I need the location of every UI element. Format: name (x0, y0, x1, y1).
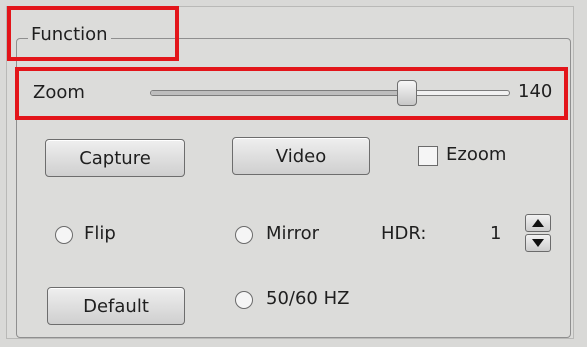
default-button[interactable]: Default (47, 287, 185, 325)
ezoom-label: Ezoom (446, 144, 507, 165)
video-button[interactable]: Video (232, 137, 370, 175)
zoom-slider[interactable] (150, 80, 510, 106)
hdr-down-button[interactable] (525, 234, 551, 252)
hz-label: 50/60 HZ (266, 288, 350, 309)
arrow-up-icon (532, 219, 544, 227)
flip-radio[interactable] (55, 226, 73, 244)
zoom-slider-fill (151, 91, 407, 95)
hdr-up-button[interactable] (525, 214, 551, 232)
flip-label: Flip (84, 223, 116, 244)
capture-button[interactable]: Capture (45, 139, 185, 177)
zoom-label: Zoom (33, 82, 85, 103)
arrow-down-icon (532, 239, 544, 247)
ezoom-checkbox[interactable] (418, 146, 438, 166)
hz-radio[interactable] (235, 291, 253, 309)
mirror-radio[interactable] (235, 226, 253, 244)
hdr-label: HDR: (381, 223, 427, 244)
mirror-label: Mirror (266, 223, 320, 244)
hdr-value: 1 (490, 223, 502, 244)
zoom-value: 140 (518, 81, 553, 102)
hdr-spinner[interactable] (525, 214, 551, 252)
group-title: Function (28, 25, 111, 45)
zoom-slider-handle[interactable] (396, 80, 417, 106)
